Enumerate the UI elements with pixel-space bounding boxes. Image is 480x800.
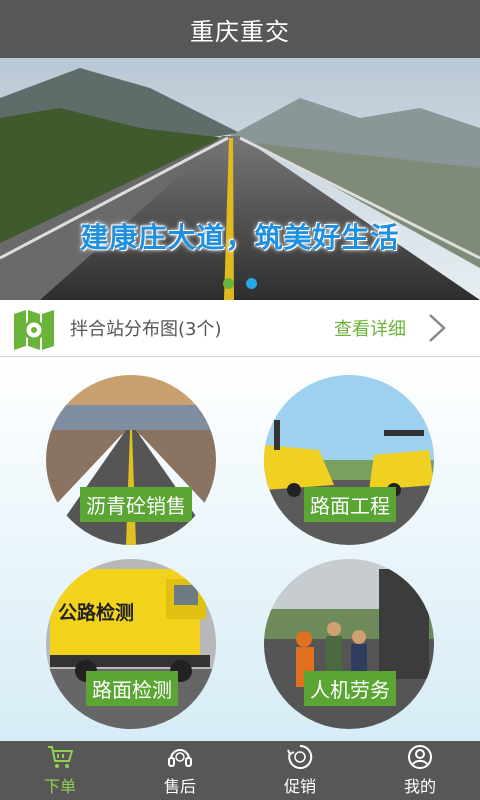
tile-label: 人机劳务 [304, 671, 396, 706]
tile-road-engineering[interactable]: 路面工程 [264, 375, 434, 545]
promo-icon [287, 744, 313, 769]
tile-label: 路面工程 [304, 487, 396, 522]
tab-after-sales[interactable]: 售后 [120, 741, 240, 800]
carousel-dot-2[interactable] [246, 278, 257, 289]
tab-label: 售后 [163, 777, 196, 796]
user-icon [408, 745, 432, 769]
tab-order[interactable]: 下单 [0, 741, 120, 800]
view-details-link[interactable]: 查看详细 [334, 315, 406, 341]
bottom-tab-bar: 下单 售后 促销 我的 [0, 741, 480, 800]
map-icon [14, 310, 54, 350]
carousel-indicator [0, 278, 480, 289]
app-title-bar: 重庆重交 [0, 0, 480, 58]
tile-label: 路面检测 [86, 671, 178, 706]
cart-icon [48, 746, 73, 768]
tab-label: 促销 [283, 777, 316, 796]
tab-label: 下单 [43, 777, 76, 796]
map-bar-label: 拌合站分布图(3个) [70, 319, 222, 340]
headset-icon [168, 749, 192, 767]
app-title: 重庆重交 [190, 17, 290, 46]
carousel-dot-1[interactable] [223, 278, 234, 289]
banner-carousel[interactable]: 建康庄大道，筑美好生活 [0, 58, 480, 300]
banner-slogan: 建康庄大道，筑美好生活 [80, 221, 400, 254]
mixing-station-map-bar[interactable]: 拌合站分布图(3个) 查看详细 [0, 300, 480, 357]
tab-promotion[interactable]: 促销 [240, 741, 360, 800]
tab-label: 我的 [403, 777, 436, 796]
tile-label: 沥青砼销售 [80, 487, 192, 522]
tile-road-inspection[interactable]: 公路检测 路面检测 [46, 559, 216, 729]
tile-labor-machinery[interactable]: 人机劳务 [264, 559, 434, 729]
tile-asphalt-sales[interactable]: 沥青砼销售 [46, 375, 216, 545]
truck-sign-text: 公路检测 [58, 601, 134, 624]
service-grid: 沥青砼销售 路面工程 公路检测 路面检测 人机劳务 [0, 357, 480, 741]
chevron-right-icon[interactable] [428, 313, 446, 343]
banner-road-image [0, 58, 480, 300]
tab-mine[interactable]: 我的 [360, 741, 480, 800]
